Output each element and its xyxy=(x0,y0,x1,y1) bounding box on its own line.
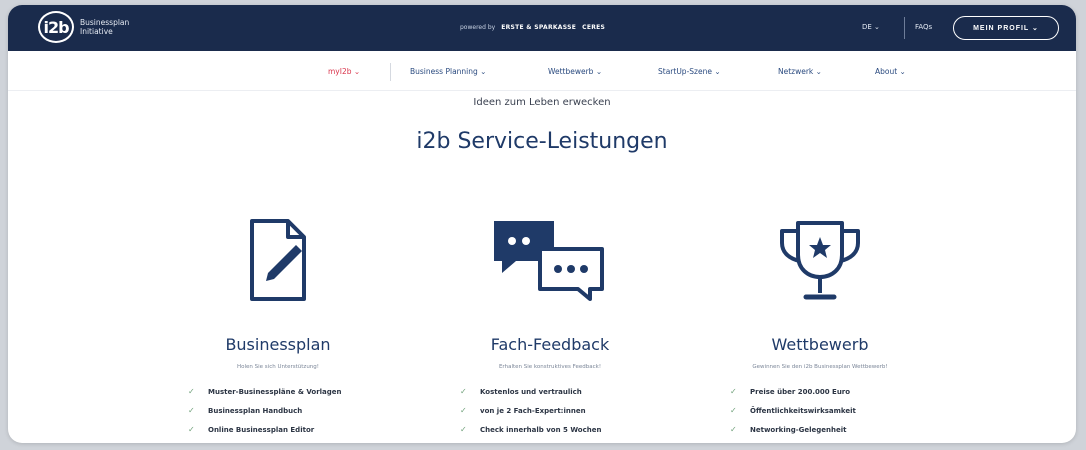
feature-text: Preise über 200.000 Euro xyxy=(750,387,851,396)
nav-item-netzwerk[interactable]: Netzwerk ⌄ xyxy=(778,67,822,76)
card-title: Wettbewerb xyxy=(771,335,869,354)
top-header-bar: i2b Businessplan Initiative powered by E… xyxy=(8,5,1076,51)
check-icon: ✓ xyxy=(188,406,195,415)
card-title: Fach-Feedback xyxy=(490,335,610,354)
list-item: ✓ von je 2 Fach-Expert:innen xyxy=(460,401,670,420)
logo-line-1: Businessplan xyxy=(80,18,130,27)
feature-list: ✓ Preise über 200.000 Euro ✓ Öffentlichkei… xyxy=(700,382,940,439)
logo-mark: i2b xyxy=(38,11,74,43)
nav-item-myi2b[interactable]: myI2b ⌄ xyxy=(328,67,360,76)
list-item: ✓ Öffentlichkeitswirksamkeit xyxy=(730,401,940,420)
list-item: ✓ Kostenlos und vertraulich xyxy=(460,382,670,401)
nav-item-about[interactable]: About ⌄ xyxy=(875,67,906,76)
feature-text: Kostenlos und vertraulich xyxy=(480,387,582,396)
check-icon: ✓ xyxy=(730,387,737,396)
feature-text: Check innerhalb von 5 Wochen xyxy=(480,425,602,434)
browser-frame: i2b Businessplan Initiative powered by E… xyxy=(8,5,1076,443)
feature-text: Online Businessplan Editor xyxy=(208,425,315,434)
list-item: ✓ Businessplan Handbuch xyxy=(188,401,398,420)
card-subtitle: Gewinnen Sie den i2b Businessplan Wettbe… xyxy=(752,364,888,370)
feature-text: Muster-Businesspläne & Vorlagen xyxy=(208,387,342,396)
check-icon: ✓ xyxy=(460,406,467,415)
header-divider xyxy=(904,17,905,39)
card-subtitle: Erhalten Sie konstruktives Feedback! xyxy=(498,364,602,370)
document-edit-icon xyxy=(158,215,398,305)
list-item: ✓ Preise über 200.000 Euro xyxy=(730,382,940,401)
feature-text: von je 2 Fach-Expert:innen xyxy=(480,406,586,415)
trophy-icon xyxy=(700,215,940,305)
chat-bubbles-icon xyxy=(430,215,670,305)
i2b-logo[interactable]: i2b Businessplan Initiative xyxy=(38,11,129,43)
check-icon: ✓ xyxy=(460,425,467,434)
check-icon: ✓ xyxy=(460,387,467,396)
service-card-fach-feedback[interactable]: Fach-Feedback Erhalten Sie konstruktives… xyxy=(430,215,670,439)
my-profile-button[interactable]: MEIN PROFIL ⌄ xyxy=(953,16,1059,40)
partner-erste-logo[interactable]: ERSTE & SPARKASSE xyxy=(501,24,576,31)
list-item: ✓ Online Businessplan Editor xyxy=(188,420,398,439)
feature-list: ✓ Kostenlos und vertraulich ✓ von je 2 Fac… xyxy=(430,382,670,439)
check-icon: ✓ xyxy=(730,425,737,434)
main-navigation: myI2b ⌄ Business Planning ⌄ Wettbewerb ⌄… xyxy=(8,51,1076,91)
service-card-businessplan[interactable]: Businessplan Holen Sie sich Unterstützun… xyxy=(158,215,398,439)
feature-list: ✓ Muster-Businesspläne & Vorlagen ✓ Busine… xyxy=(158,382,398,439)
check-icon: ✓ xyxy=(188,425,195,434)
logo-text: Businessplan Initiative xyxy=(80,18,129,36)
service-card-wettbewerb[interactable]: Wettbewerb Gewinnen Sie den i2b Business… xyxy=(700,215,940,439)
card-subtitle: Holen Sie sich Unterstützung! xyxy=(237,364,319,370)
powered-by-label: powered by xyxy=(460,24,496,31)
list-item: ✓ Check innerhalb von 5 Wochen xyxy=(460,420,670,439)
nav-item-startup-szene[interactable]: StartUp-Szene ⌄ xyxy=(658,67,721,76)
list-item: ✓ Networking-Gelegenheit xyxy=(730,420,940,439)
nav-item-wettbewerb[interactable]: Wettbewerb ⌄ xyxy=(548,67,602,76)
page-title: i2b Service-Leistungen xyxy=(416,129,668,154)
check-icon: ✓ xyxy=(188,387,195,396)
list-item: ✓ Muster-Businesspläne & Vorlagen xyxy=(188,382,398,401)
feature-text: Businessplan Handbuch xyxy=(208,406,303,415)
tagline: Ideen zum Leben erwecken xyxy=(473,97,611,108)
logo-line-2: Initiative xyxy=(80,27,113,36)
check-icon: ✓ xyxy=(730,406,737,415)
faqs-link[interactable]: FAQs xyxy=(915,23,932,31)
feature-text: Networking-Gelegenheit xyxy=(750,425,847,434)
card-title: Businessplan xyxy=(225,335,331,354)
nav-divider xyxy=(390,63,391,81)
partner-ceres-logo[interactable]: CERES xyxy=(582,24,605,31)
feature-text: Öffentlichkeitswirksamkeit xyxy=(750,406,856,415)
language-selector[interactable]: DE ⌄ xyxy=(862,23,880,31)
nav-item-business-planning[interactable]: Business Planning ⌄ xyxy=(410,67,486,76)
powered-by: powered by ERSTE & SPARKASSE CERES xyxy=(460,24,605,31)
